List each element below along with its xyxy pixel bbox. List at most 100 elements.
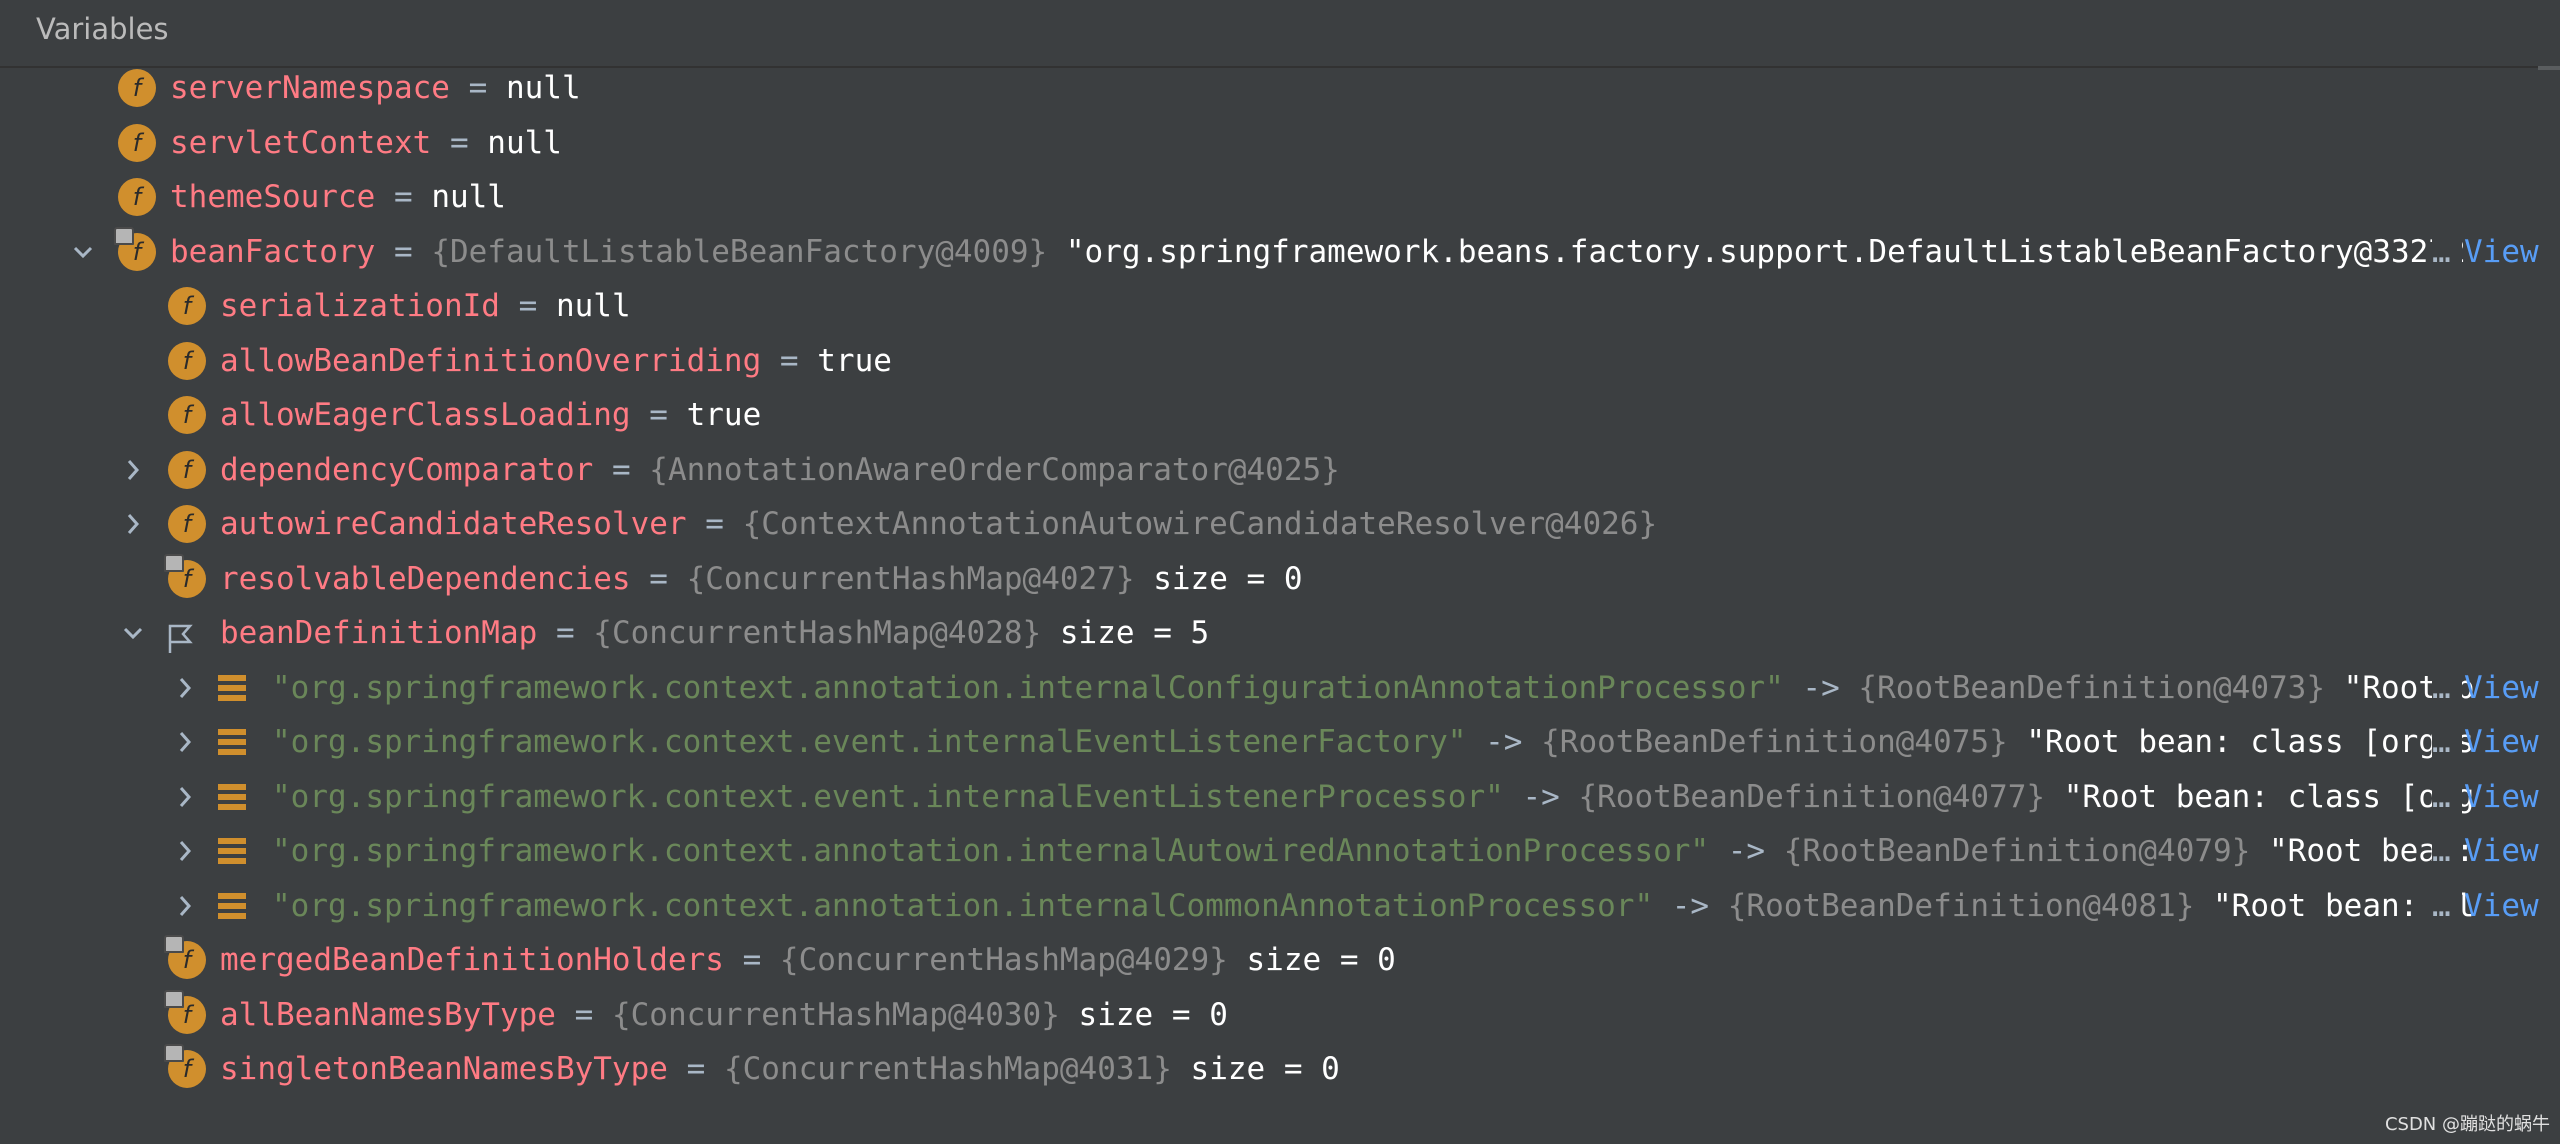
size-label: size = 5	[1041, 615, 1210, 651]
chevron-right-icon[interactable]	[170, 770, 200, 824]
type-label: {ConcurrentHashMap@4029}	[779, 942, 1228, 978]
view-link[interactable]: View	[2464, 770, 2539, 824]
variable-row[interactable]: f serializationId = null	[0, 279, 2560, 333]
lock-overlay-icon	[164, 1044, 184, 1062]
type-label: {RootBeanDefinition@4075}	[1541, 724, 2008, 760]
row-text: resolvableDependencies = {ConcurrentHash…	[220, 552, 1303, 606]
field-name: beanDefinitionMap	[220, 615, 538, 651]
map-entry-row[interactable]: "org.springframework.context.annotation.…	[0, 660, 2560, 715]
variable-row[interactable]: f allowBeanDefinitionOverriding = true	[0, 334, 2560, 388]
equals: =	[555, 996, 612, 1033]
ellipsis: …	[2432, 833, 2451, 869]
field-f-icon: f	[118, 178, 156, 216]
view-link[interactable]: View	[2464, 879, 2539, 933]
row-text: serverNamespace = null	[170, 61, 581, 115]
row-text: "org.springframework.context.annotation.…	[272, 661, 2474, 715]
arrow: ->	[1783, 669, 1859, 706]
variable-row[interactable]: f mergedBeanDefinitionHolders = {Concurre…	[0, 933, 2560, 987]
size-label: size = 0	[1171, 1051, 1340, 1087]
chevron-right-icon[interactable]	[170, 879, 200, 933]
row-text: "org.springframework.context.annotation.…	[272, 879, 2474, 933]
row-text: singletonBeanNamesByType = {ConcurrentHa…	[220, 1042, 1340, 1096]
variable-row[interactable]: f themeSource = null	[0, 170, 2560, 224]
chevron-right-icon[interactable]	[170, 661, 200, 715]
variable-row[interactable]: f beanFactory = {DefaultListableBeanFacto…	[0, 224, 2560, 279]
type-label: {ConcurrentHashMap@4028}	[593, 615, 1042, 651]
type-label: {RootBeanDefinition@4081}	[1727, 887, 2195, 924]
variables-tree: f serverNamespace = null f servletContext =…	[0, 0, 2560, 1144]
chevron-right-icon[interactable]	[118, 497, 148, 551]
chevron-down-icon[interactable]	[118, 606, 148, 660]
ellipsis: …	[2432, 724, 2451, 760]
row-text: allowBeanDefinitionOverriding = true	[220, 334, 892, 388]
variable-row[interactable]: f serverNamespace = null	[0, 61, 2560, 115]
entry-key: "org.springframework.context.annotation.…	[272, 833, 1710, 869]
entry-key: "org.springframework.context.event.inter…	[272, 724, 1467, 760]
type-label: {ConcurrentHashMap@4031}	[723, 1051, 1172, 1087]
field-f-icon: f	[118, 69, 156, 107]
map-entry-icon	[218, 674, 246, 701]
field-name: resolvableDependencies	[220, 560, 631, 597]
field-f-icon: f	[168, 450, 206, 489]
map-entry-icon	[218, 892, 246, 919]
view-link[interactable]: View	[2464, 715, 2539, 769]
variable-row[interactable]: f allBeanNamesByType = {ConcurrentHashMap…	[0, 988, 2560, 1042]
equals: =	[630, 560, 687, 597]
lock-overlay-icon	[164, 553, 184, 572]
map-entry-row[interactable]: "org.springframework.context.annotation.…	[0, 824, 2560, 878]
watermark: CSDN @蹦跶的蜗牛	[2384, 1114, 2550, 1135]
field-name: beanFactory	[170, 233, 376, 270]
value: null	[555, 288, 631, 324]
arrow: ->	[1653, 887, 1728, 924]
variable-row[interactable]: f resolvableDependencies = {ConcurrentHas…	[0, 552, 2560, 606]
map-entry-row[interactable]: "org.springframework.context.annotation.…	[0, 878, 2560, 933]
row-text: dependencyComparator = {AnnotationAwareO…	[220, 443, 1340, 497]
value-preview: "Root bean: class [org	[2045, 778, 2475, 815]
entry-key: "org.springframework.context.event.inter…	[272, 778, 1504, 815]
type-label: {ContextAnnotationAutowireCandidateResol…	[742, 506, 1658, 542]
map-entry-row[interactable]: "org.springframework.context.event.inter…	[0, 715, 2560, 769]
equals: =	[537, 615, 594, 651]
row-text: beanFactory = {DefaultListableBeanFactor…	[170, 225, 2466, 279]
field-name: autowireCandidateResolver	[220, 506, 687, 542]
chevron-right-icon[interactable]	[170, 715, 200, 769]
variable-row[interactable]: f singletonBeanNamesByType = {ConcurrentH…	[0, 1042, 2560, 1096]
ellipsis: …	[2432, 887, 2451, 924]
row-text: allowEagerClassLoading = true	[220, 388, 761, 442]
field-f-icon: f	[168, 341, 206, 380]
arrow: ->	[1466, 724, 1542, 760]
field-name: allowEagerClassLoading	[220, 397, 631, 433]
chevron-right-icon[interactable]	[118, 443, 148, 497]
ellipsis: …	[2432, 233, 2451, 270]
variable-row[interactable]: f dependencyComparator = {AnnotationAware…	[0, 443, 2560, 497]
variable-row[interactable]: f autowireCandidateResolver = {ContextAnn…	[0, 497, 2560, 551]
ellipsis: …	[2432, 778, 2451, 815]
value: true	[686, 397, 762, 433]
view-link[interactable]: View	[2464, 661, 2539, 715]
equals: =	[375, 179, 432, 215]
field-name: allBeanNamesByType	[220, 996, 556, 1033]
value: null	[505, 70, 581, 106]
equals: =	[630, 397, 687, 433]
lock-overlay-icon	[114, 226, 134, 245]
value: null	[487, 124, 562, 161]
equals: =	[667, 1051, 724, 1087]
equals: =	[593, 451, 650, 488]
arrow: ->	[1503, 778, 1579, 815]
map-entry-icon	[218, 783, 246, 810]
variable-row[interactable]: beanDefinitionMap = {ConcurrentHashMap@4…	[0, 606, 2560, 660]
type-label: {RootBeanDefinition@4077}	[1578, 778, 2046, 815]
variable-row[interactable]: f allowEagerClassLoading = true	[0, 388, 2560, 442]
chevron-right-icon[interactable]	[170, 824, 200, 878]
chevron-down-icon[interactable]	[68, 225, 98, 279]
view-link[interactable]: View	[2464, 225, 2539, 279]
variable-row[interactable]: f servletContext = null	[0, 116, 2560, 170]
field-name: themeSource	[170, 179, 376, 215]
entry-key: "org.springframework.context.annotation.…	[272, 669, 1784, 706]
view-link[interactable]: View	[2464, 824, 2539, 878]
map-entry-row[interactable]: "org.springframework.context.event.inter…	[0, 769, 2560, 824]
scrollbar-marker[interactable]	[2538, 66, 2560, 70]
lock-overlay-icon	[164, 935, 184, 953]
row-text: "org.springframework.context.event.inter…	[272, 770, 2474, 824]
row-text: "org.springframework.context.annotation.…	[272, 824, 2474, 878]
